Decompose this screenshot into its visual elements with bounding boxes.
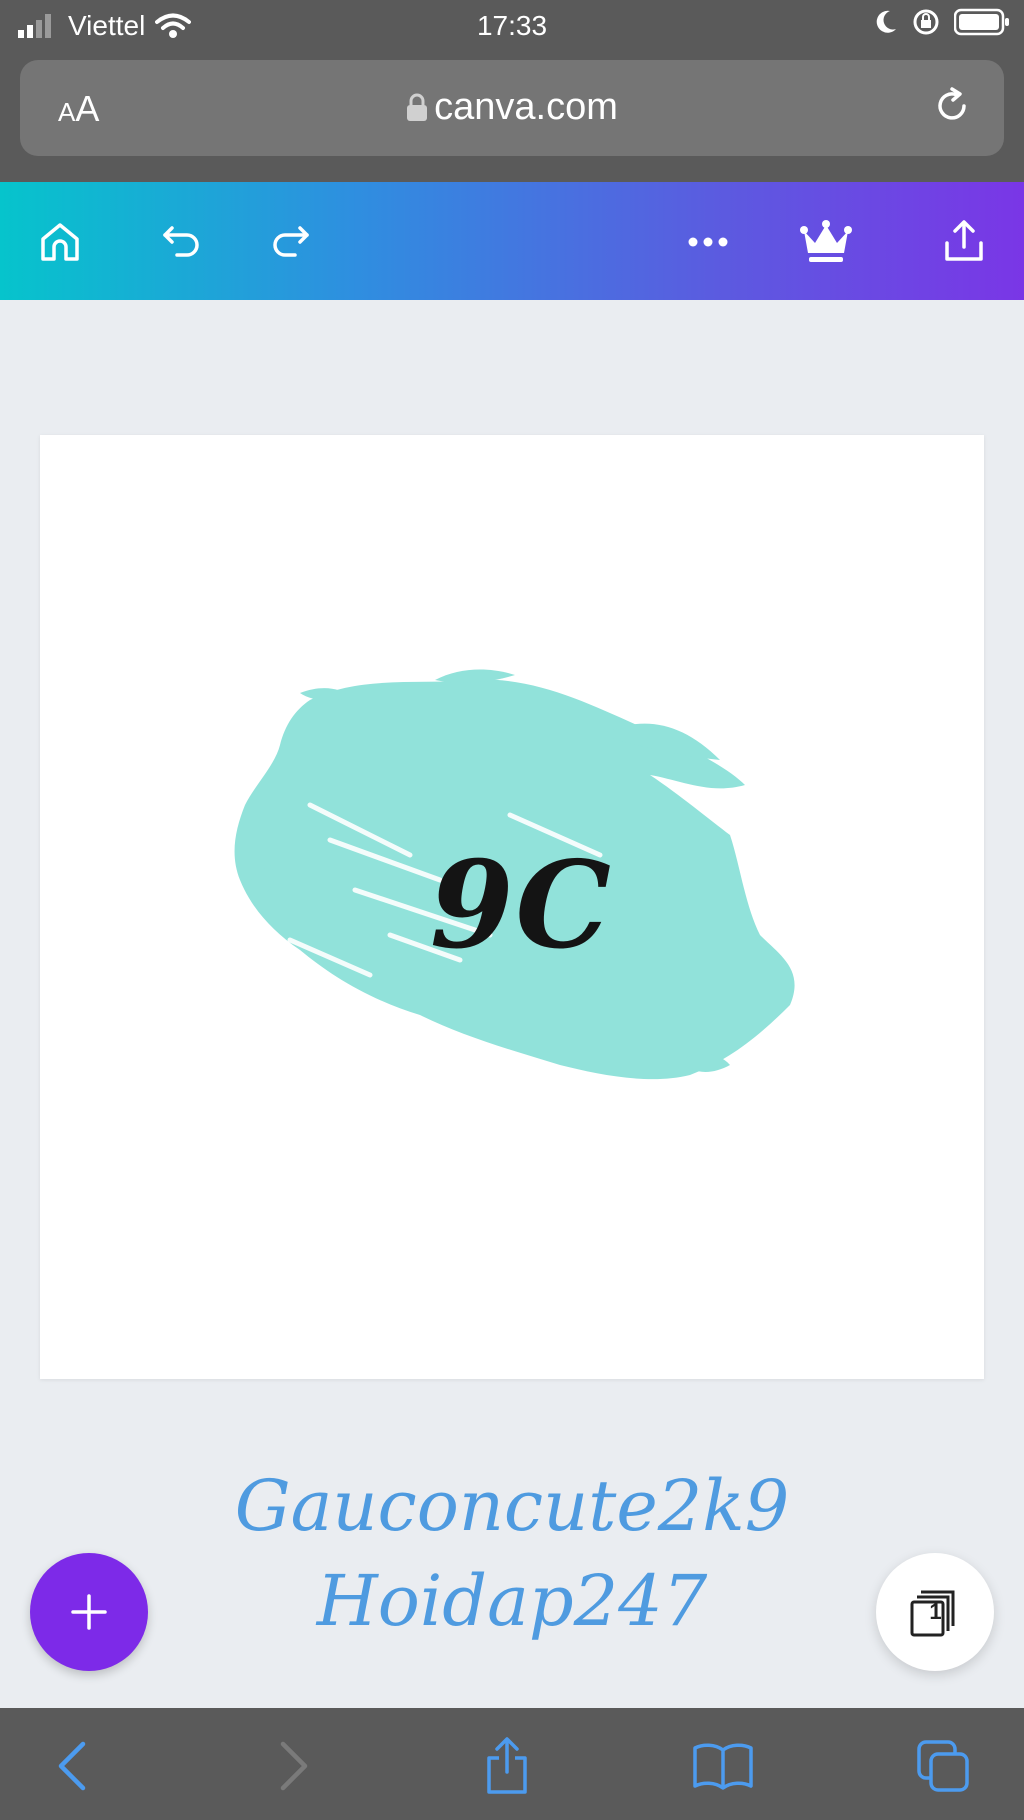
tabs-button[interactable] — [908, 1736, 978, 1796]
browser-share-button[interactable] — [472, 1736, 542, 1796]
watermark-line-1: Gauconcute2k9 — [234, 1465, 790, 1547]
status-time: 17:33 — [476, 10, 548, 41]
share-button[interactable] — [934, 212, 994, 272]
rotation-lock-icon — [913, 9, 939, 35]
reload-icon[interactable] — [930, 84, 974, 128]
battery-icon — [954, 8, 1009, 36]
forward-button[interactable] — [258, 1736, 328, 1796]
home-icon — [41, 223, 79, 261]
status-bar: Viettel 17:33 — [0, 0, 1024, 52]
domain-text: canva.com — [434, 86, 618, 128]
forward-icon — [280, 1741, 308, 1791]
pages-button[interactable]: 1 — [876, 1553, 994, 1671]
editor-toolbar — [0, 182, 1024, 300]
browser-bottom-bar — [0, 1708, 1024, 1820]
design-text[interactable]: 9C — [430, 835, 613, 976]
premium-button[interactable] — [796, 212, 856, 272]
redo-icon — [273, 226, 309, 257]
back-icon — [58, 1741, 86, 1791]
browser-address-area: AA canva.com — [0, 52, 1024, 182]
more-button[interactable] — [678, 212, 738, 272]
back-button[interactable] — [38, 1736, 108, 1796]
design-canvas[interactable]: 9C — [40, 435, 984, 1379]
more-icon — [688, 237, 728, 247]
address-bar[interactable]: AA canva.com — [20, 60, 1004, 156]
share-icon — [487, 1737, 527, 1794]
redo-button[interactable] — [262, 212, 322, 272]
watermark-line-2: Hoidap247 — [316, 1560, 708, 1642]
crown-icon — [800, 220, 852, 262]
moon-icon — [876, 10, 896, 33]
tabs-icon — [917, 1740, 969, 1792]
lock-icon — [407, 93, 428, 121]
undo-button[interactable] — [150, 212, 210, 272]
page-count: 1 — [929, 1599, 942, 1624]
share-icon — [945, 220, 983, 261]
bookmarks-button[interactable] — [688, 1736, 758, 1796]
bookmarks-icon — [693, 1743, 753, 1790]
home-button[interactable] — [30, 212, 90, 272]
status-right — [874, 8, 1010, 36]
add-element-button[interactable] — [30, 1553, 148, 1671]
url-domain[interactable]: canva.com — [20, 86, 1004, 129]
undo-icon — [163, 226, 199, 257]
plus-icon — [71, 1594, 107, 1630]
